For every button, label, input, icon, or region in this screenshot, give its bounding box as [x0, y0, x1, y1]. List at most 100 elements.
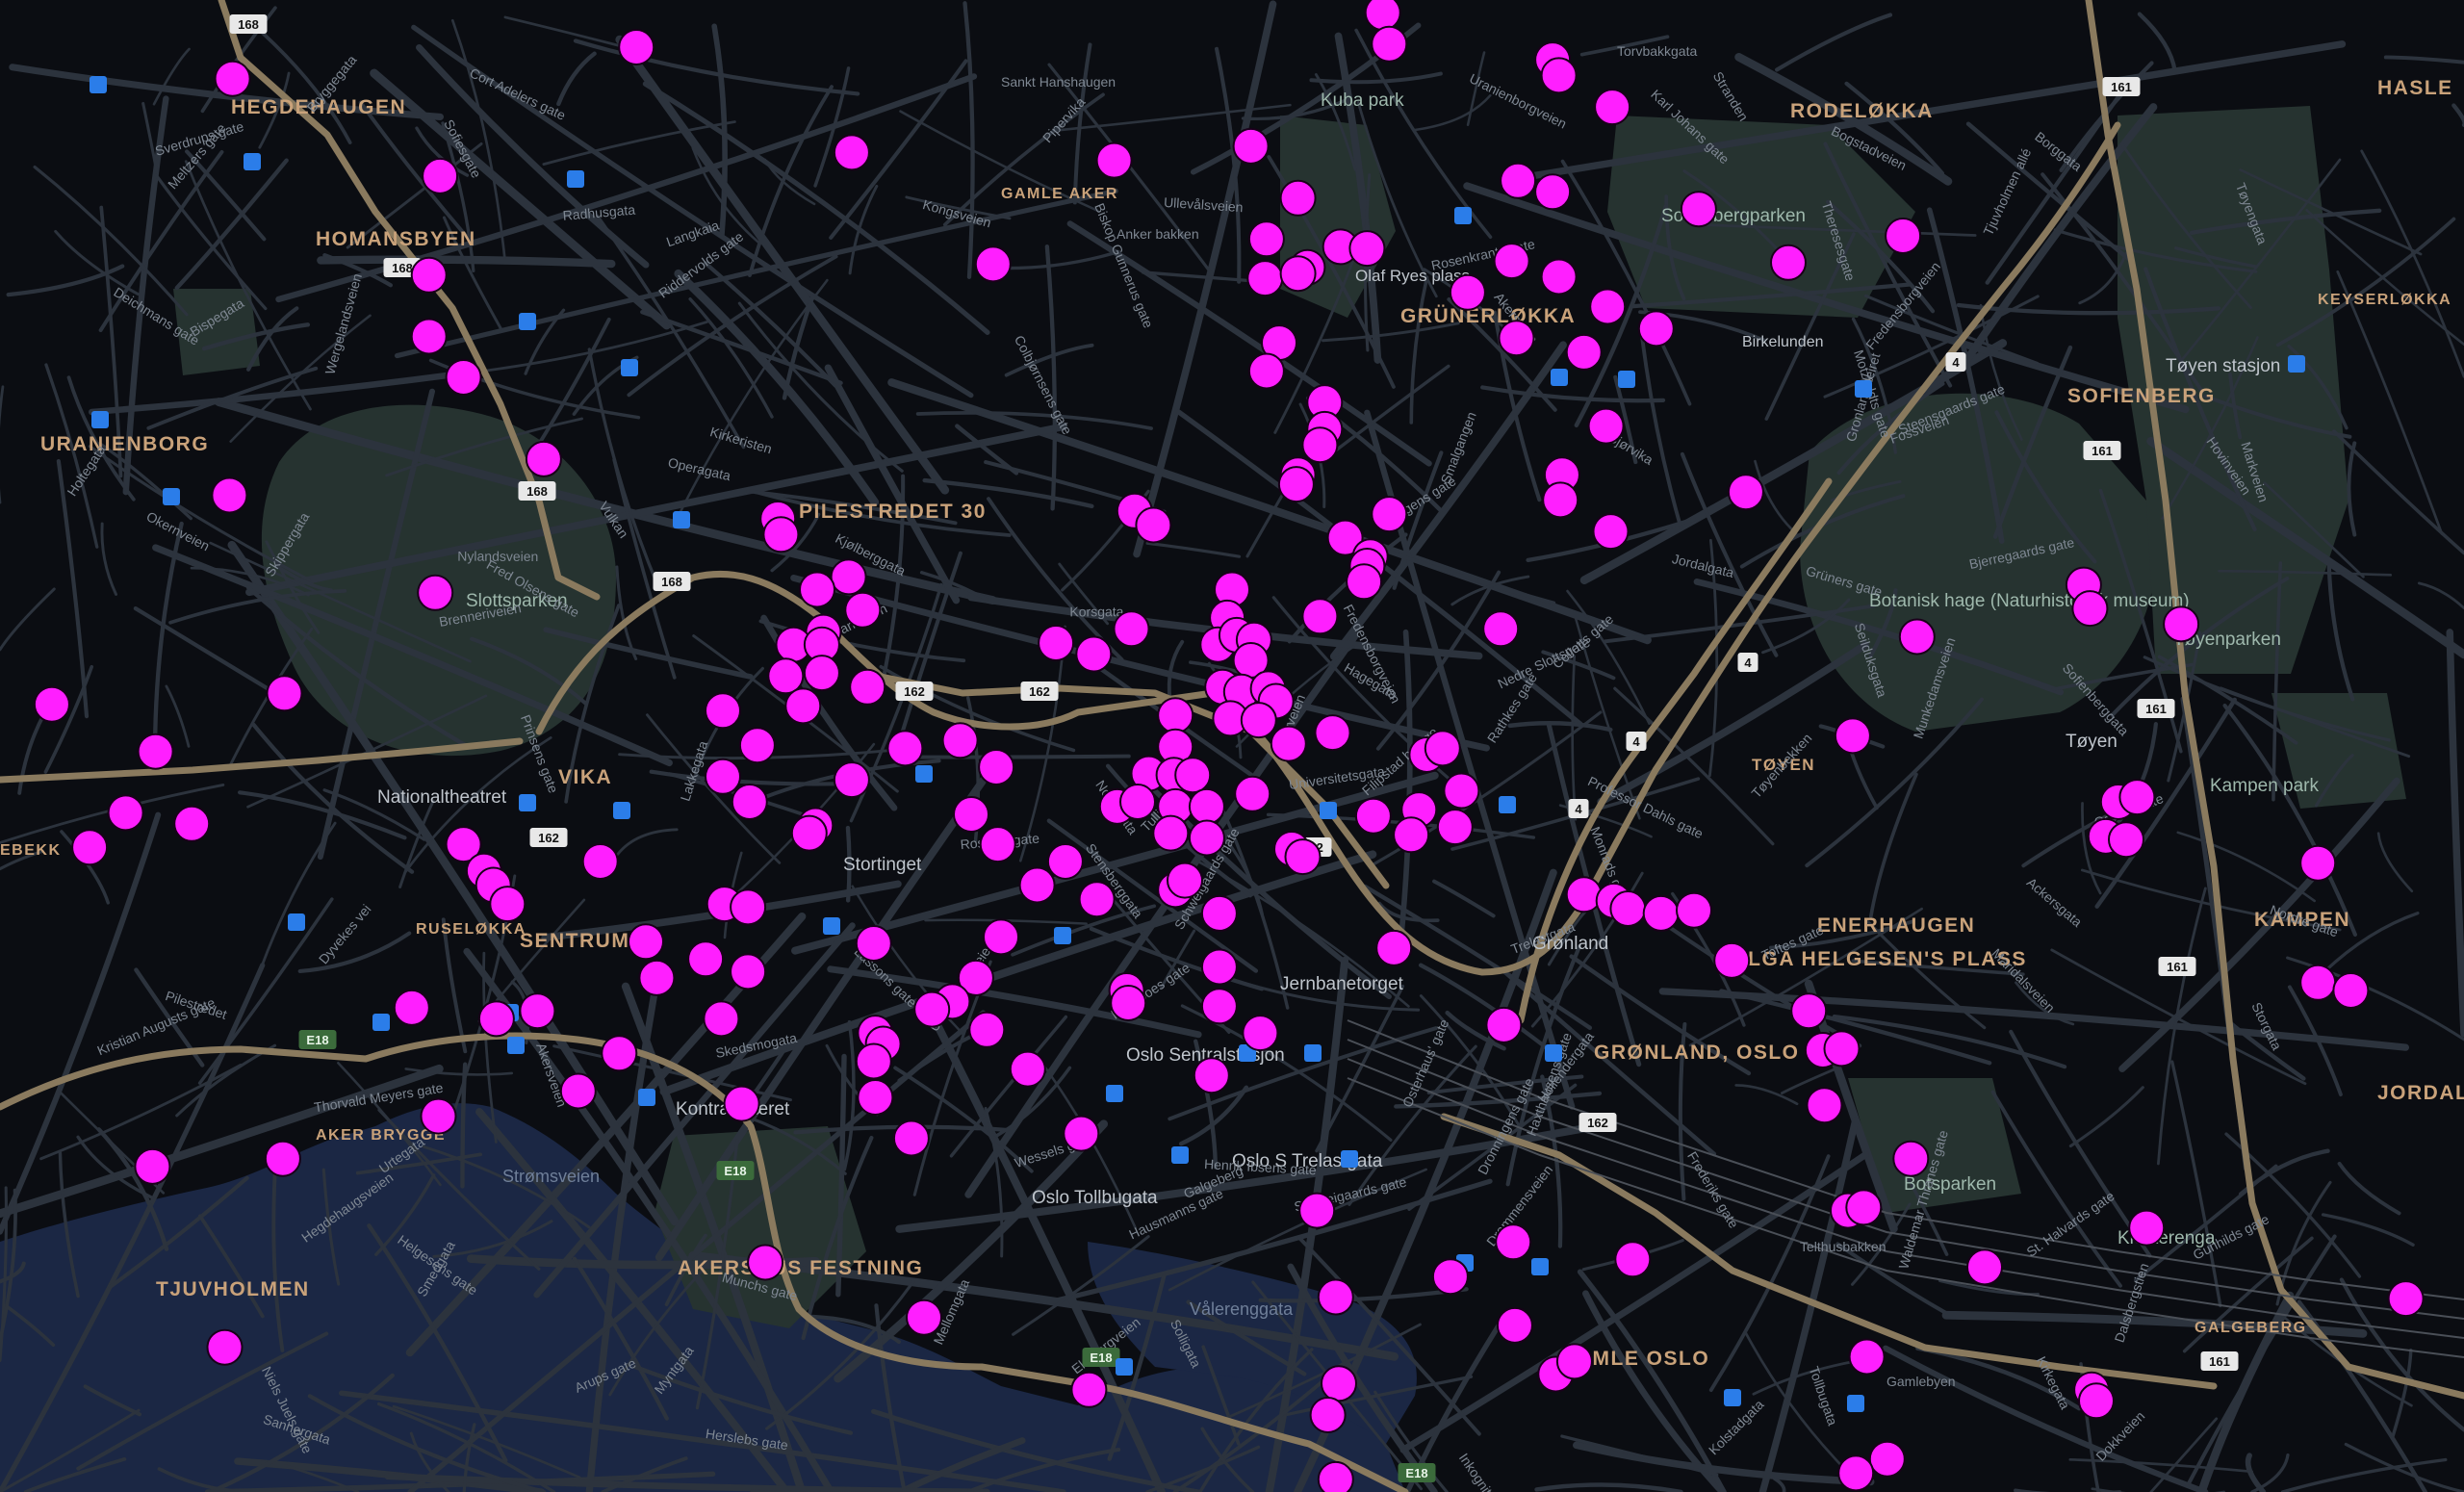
- map-marker[interactable]: [1046, 843, 1084, 880]
- map-marker[interactable]: [477, 1000, 515, 1038]
- map-marker[interactable]: [1966, 1248, 2003, 1286]
- map-marker[interactable]: [1070, 1371, 1108, 1408]
- map-marker[interactable]: [1540, 57, 1578, 94]
- map-marker[interactable]: [214, 60, 251, 97]
- map-marker[interactable]: [1152, 814, 1190, 852]
- map-marker[interactable]: [1364, 0, 1401, 32]
- map-marker[interactable]: [1371, 25, 1408, 63]
- map-marker[interactable]: [1837, 1454, 1875, 1492]
- map-marker[interactable]: [2163, 605, 2200, 643]
- map-marker[interactable]: [767, 657, 805, 695]
- map-marker[interactable]: [1496, 1306, 1533, 1344]
- map-marker[interactable]: [1823, 1030, 1861, 1068]
- map-marker[interactable]: [844, 591, 882, 629]
- map-marker[interactable]: [1284, 838, 1322, 876]
- map-marker[interactable]: [1892, 1140, 1930, 1177]
- map-marker[interactable]: [2387, 1280, 2425, 1318]
- map-marker[interactable]: [892, 1119, 930, 1157]
- map-marker[interactable]: [1431, 1258, 1469, 1296]
- map-marker[interactable]: [830, 558, 867, 596]
- map-marker[interactable]: [107, 794, 144, 832]
- map-marker[interactable]: [1188, 819, 1225, 857]
- map-marker[interactable]: [266, 675, 303, 712]
- map-marker[interactable]: [1770, 244, 1807, 281]
- map-marker[interactable]: [2118, 779, 2156, 816]
- map-marker[interactable]: [1898, 618, 1936, 656]
- map-marker[interactable]: [1317, 1460, 1354, 1492]
- map-marker[interactable]: [264, 1140, 301, 1177]
- map-marker[interactable]: [1200, 988, 1238, 1025]
- map-marker[interactable]: [1270, 725, 1307, 762]
- map-marker[interactable]: [1592, 513, 1630, 551]
- map-marker[interactable]: [1247, 352, 1285, 390]
- map-marker[interactable]: [1806, 1087, 1843, 1124]
- map-marker[interactable]: [1232, 127, 1270, 165]
- map-marker[interactable]: [730, 888, 767, 926]
- map-marker[interactable]: [1713, 941, 1751, 979]
- map-marker[interactable]: [1119, 784, 1156, 820]
- map-marker[interactable]: [1495, 1223, 1532, 1261]
- map-marker[interactable]: [2332, 972, 2370, 1009]
- map-marker[interactable]: [968, 1011, 1006, 1048]
- map-marker[interactable]: [1354, 797, 1392, 835]
- map-marker[interactable]: [1188, 787, 1225, 825]
- map-marker[interactable]: [974, 245, 1012, 283]
- map-marker[interactable]: [1157, 697, 1194, 734]
- map-marker[interactable]: [1348, 230, 1386, 268]
- map-marker[interactable]: [2128, 1209, 2166, 1247]
- map-marker[interactable]: [979, 826, 1016, 863]
- map-marker[interactable]: [1637, 310, 1675, 347]
- map-marker[interactable]: [1247, 220, 1285, 258]
- map-marker[interactable]: [1498, 320, 1535, 357]
- map-marker[interactable]: [857, 1079, 894, 1116]
- map-marker[interactable]: [519, 992, 556, 1030]
- map-marker[interactable]: [1314, 714, 1351, 752]
- map-marker[interactable]: [1309, 1397, 1347, 1433]
- map-marker[interactable]: [1642, 894, 1680, 932]
- map-marker[interactable]: [1246, 260, 1284, 297]
- map-marker[interactable]: [1298, 1192, 1336, 1229]
- map-marker[interactable]: [1346, 563, 1383, 601]
- map-marker[interactable]: [1075, 635, 1113, 673]
- map-marker[interactable]: [1790, 992, 1828, 1030]
- map-marker[interactable]: [525, 440, 562, 477]
- map-marker[interactable]: [1845, 1189, 1883, 1226]
- map-marker[interactable]: [1200, 948, 1238, 986]
- map-marker[interactable]: [799, 571, 835, 608]
- map-marker[interactable]: [1167, 862, 1203, 899]
- map-marker[interactable]: [2299, 964, 2337, 1001]
- map-marker[interactable]: [1393, 816, 1430, 854]
- map-marker[interactable]: [1135, 506, 1172, 544]
- map-marker[interactable]: [393, 989, 430, 1026]
- map-marker[interactable]: [628, 923, 664, 961]
- map-marker[interactable]: [2078, 1382, 2115, 1420]
- map-marker[interactable]: [1589, 288, 1627, 325]
- map-marker[interactable]: [762, 516, 800, 553]
- map-marker[interactable]: [1614, 1241, 1652, 1278]
- map-marker[interactable]: [559, 1072, 597, 1110]
- map-marker[interactable]: [1234, 775, 1271, 812]
- map-marker[interactable]: [137, 733, 174, 770]
- map-marker[interactable]: [1301, 598, 1339, 635]
- map-marker[interactable]: [1242, 1015, 1279, 1052]
- map-marker[interactable]: [855, 925, 892, 962]
- map-marker[interactable]: [723, 1085, 760, 1122]
- map-marker[interactable]: [1371, 496, 1408, 533]
- map-marker[interactable]: [855, 1042, 892, 1080]
- map-marker[interactable]: [2108, 821, 2144, 859]
- map-marker[interactable]: [1848, 1338, 1886, 1376]
- map-marker[interactable]: [1676, 891, 1712, 929]
- map-marker[interactable]: [422, 157, 459, 194]
- map-marker[interactable]: [1095, 141, 1133, 179]
- map-marker[interactable]: [1500, 162, 1537, 199]
- map-marker[interactable]: [747, 1244, 784, 1281]
- map-marker[interactable]: [703, 1000, 740, 1038]
- map-marker[interactable]: [687, 940, 725, 978]
- map-marker[interactable]: [738, 727, 776, 764]
- map-marker[interactable]: [833, 134, 870, 171]
- map-marker[interactable]: [941, 722, 979, 759]
- map-marker[interactable]: [1565, 876, 1603, 913]
- map-marker[interactable]: [790, 814, 828, 852]
- map-marker[interactable]: [1493, 243, 1530, 280]
- map-canvas[interactable]: HEGDEHAUGEN HOMANSBYEN URANIENBORG GAMLE…: [0, 0, 2464, 1492]
